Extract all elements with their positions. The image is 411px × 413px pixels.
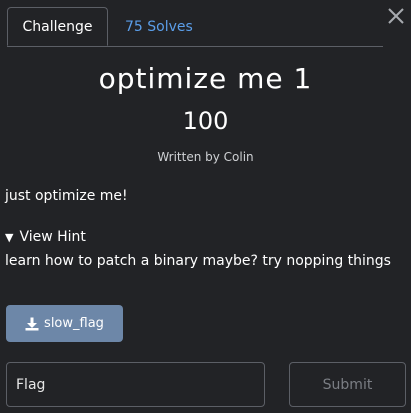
flag-input[interactable] <box>6 362 265 407</box>
challenge-points: 100 <box>182 107 229 135</box>
tab-challenge-label: Challenge <box>22 18 93 35</box>
tab-solves[interactable]: 75 Solves <box>125 7 193 46</box>
tab-bar: Challenge 75 Solves <box>7 7 383 47</box>
challenge-description: just optimize me! <box>5 188 128 204</box>
tab-solves-label: 75 Solves <box>125 18 193 35</box>
challenge-author: Written by Colin <box>157 150 254 164</box>
submit-label: Submit <box>322 376 373 393</box>
submit-button[interactable]: Submit <box>289 362 406 407</box>
view-hint-label: View Hint <box>19 229 86 245</box>
download-slow-flag-button[interactable]: slow_flag <box>6 305 123 342</box>
hint-text: learn how to patch a binary maybe? try n… <box>5 253 391 269</box>
file-label: slow_flag <box>44 316 104 331</box>
close-icon[interactable] <box>386 6 406 26</box>
challenge-title: optimize me 1 <box>98 62 313 95</box>
view-hint-toggle[interactable]: ▼ View Hint <box>5 229 86 245</box>
download-icon <box>25 317 39 330</box>
tab-challenge[interactable]: Challenge <box>7 7 108 46</box>
caret-down-icon: ▼ <box>5 230 14 244</box>
